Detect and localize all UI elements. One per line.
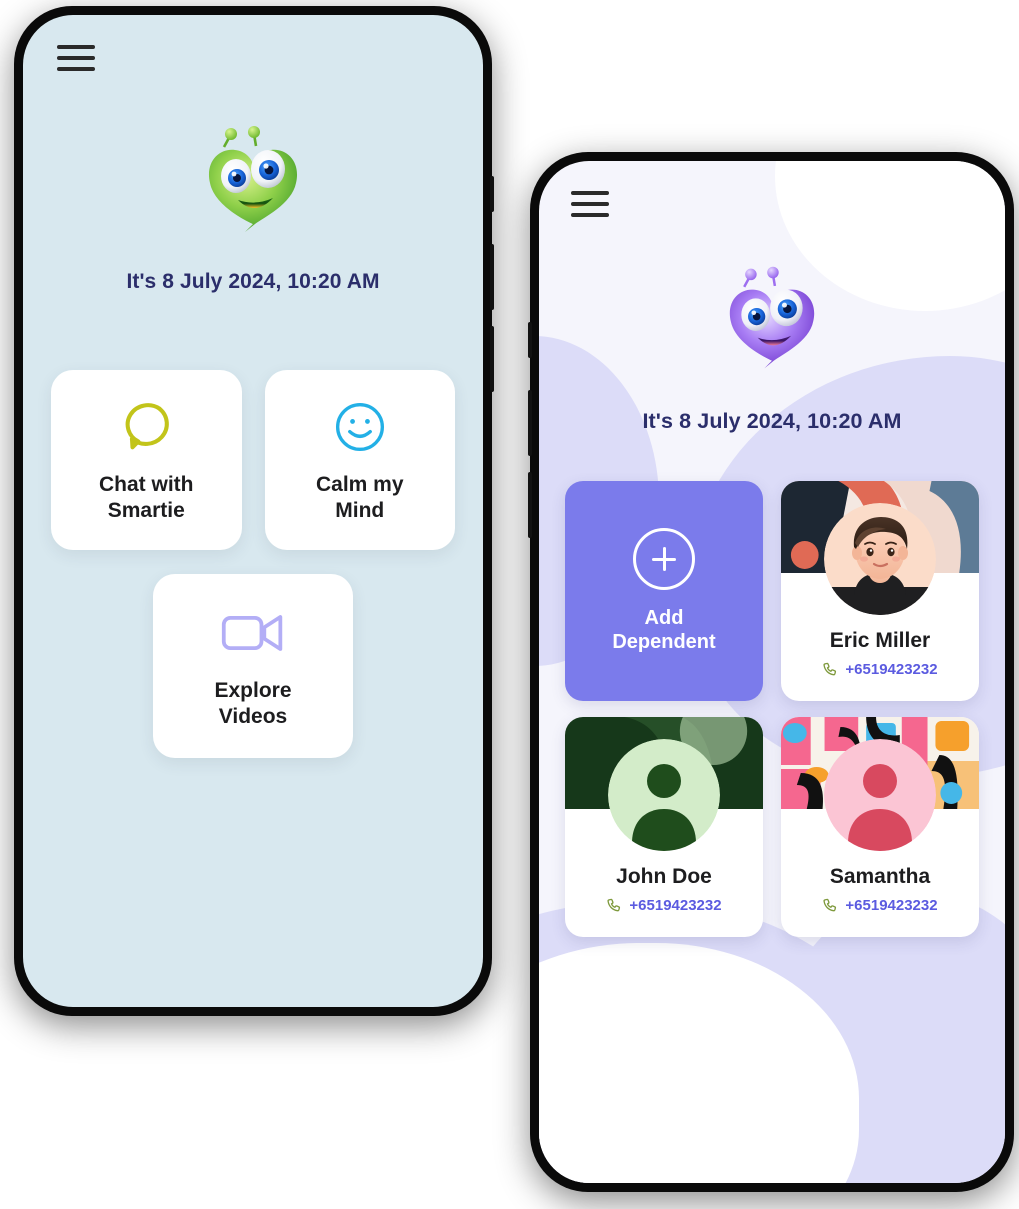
hamburger-line <box>571 202 609 206</box>
dependent-card[interactable]: John Doe +6519423232 <box>565 717 763 937</box>
phone-side-button[interactable] <box>490 176 494 212</box>
hamburger-line <box>57 67 95 71</box>
hamburger-line <box>571 213 609 217</box>
dependent-phone-row[interactable]: +6519423232 <box>781 897 979 914</box>
current-date-label: It's 8 July 2024, 10:20 AM <box>642 409 902 433</box>
label-line-2: Smartie <box>107 499 185 522</box>
explore-videos-label: Explore Videos <box>214 678 291 729</box>
avatar <box>608 739 720 851</box>
plus-circle-icon <box>633 528 695 590</box>
chat-bubble-icon <box>117 396 175 458</box>
dependent-name: Eric Miller <box>829 629 931 652</box>
add-dependent-card[interactable]: Add Dependent <box>565 481 763 701</box>
label-line-2: Videos <box>218 705 288 728</box>
hamburger-menu-icon[interactable] <box>571 191 609 217</box>
smartie-mascot-green <box>193 120 313 240</box>
dependent-phone-row[interactable]: +6519423232 <box>781 661 979 678</box>
phone-handset-icon <box>822 897 839 914</box>
quick-action-row-1: Chat with Smartie Calm my Mind <box>51 370 455 550</box>
dependents-screen-right: It's 8 July 2024, 10:20 AM Add Dependent <box>539 161 1005 1183</box>
label-line-1: Calm my <box>315 473 404 497</box>
home-screen-left: It's 8 July 2024, 10:20 AM Chat with Sma <box>23 15 483 1007</box>
phone-device-left: It's 8 July 2024, 10:20 AM Chat with Sma <box>14 6 494 1016</box>
hamburger-menu-icon[interactable] <box>57 45 95 71</box>
dependent-name: Samantha <box>829 865 931 888</box>
smartie-mascot-purple <box>715 261 830 376</box>
chat-with-smartie-card[interactable]: Chat with Smartie <box>51 370 242 550</box>
dependent-phone-row[interactable]: +6519423232 <box>565 897 763 914</box>
dependent-phone-number: +6519423232 <box>845 897 938 914</box>
dependent-card[interactable]: Samantha +6519423232 <box>781 717 979 937</box>
label-line-2: Mind <box>335 499 385 522</box>
phone-handset-icon <box>606 897 623 914</box>
phone-volume-down-button[interactable] <box>490 326 494 392</box>
quick-action-row-2: Explore Videos <box>51 574 455 758</box>
explore-videos-card[interactable]: Explore Videos <box>153 574 353 758</box>
dependent-phone-number: +6519423232 <box>845 661 938 678</box>
phone-side-button[interactable] <box>528 322 532 358</box>
phone-volume-down-button[interactable] <box>528 472 532 538</box>
add-dependent-label: Add Dependent <box>612 606 715 654</box>
label-line-2: Dependent <box>612 631 716 653</box>
dependent-phone-number: +6519423232 <box>629 897 722 914</box>
phone-volume-up-button[interactable] <box>490 244 494 310</box>
hamburger-line <box>57 45 95 49</box>
video-camera-icon <box>220 602 286 664</box>
hamburger-line <box>571 191 609 195</box>
chat-with-smartie-label: Chat with Smartie <box>99 472 194 523</box>
phone-volume-up-button[interactable] <box>528 390 532 456</box>
calm-my-mind-card[interactable]: Calm my Mind <box>264 370 455 550</box>
phone-device-right: It's 8 July 2024, 10:20 AM Add Dependent <box>528 152 1014 1192</box>
avatar <box>824 503 936 615</box>
dependents-grid: Add Dependent Eric Miller +6519423232 Jo… <box>565 481 979 937</box>
avatar <box>824 739 936 851</box>
smiley-face-icon <box>333 396 387 458</box>
dependent-card[interactable]: Eric Miller +6519423232 <box>781 481 979 701</box>
current-date-label: It's 8 July 2024, 10:20 AM <box>126 270 380 293</box>
label-line-1: Chat with <box>99 473 194 497</box>
quick-action-card-grid: Chat with Smartie Calm my Mind Explore V… <box>51 370 455 758</box>
hamburger-line <box>57 56 95 60</box>
phone-handset-icon <box>822 661 839 678</box>
mockup-stage: It's 8 July 2024, 10:20 AM Chat with Sma <box>0 0 1019 1209</box>
label-line-1: Explore <box>214 679 292 703</box>
calm-my-mind-label: Calm my Mind <box>316 472 404 523</box>
label-line-1: Add <box>644 607 684 629</box>
dependent-name: John Doe <box>616 865 712 888</box>
